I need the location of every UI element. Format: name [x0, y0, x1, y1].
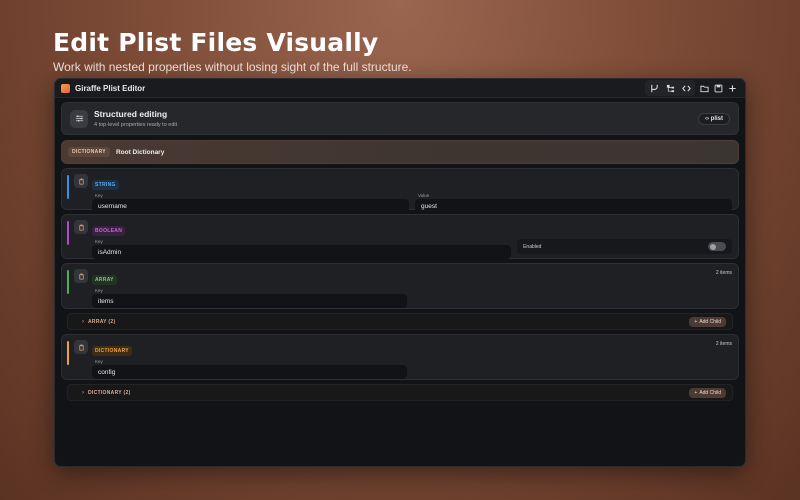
accent-bar: [67, 341, 69, 365]
delete-icon[interactable]: [74, 340, 88, 354]
add-child-button[interactable]: + Add Child: [689, 387, 726, 398]
key-label: Key: [95, 193, 103, 198]
plus-icon[interactable]: [725, 81, 739, 95]
header-title: Structured editing: [94, 109, 168, 119]
item-count: 2 items: [715, 270, 732, 276]
item-count: 2 items: [715, 341, 732, 347]
delete-icon[interactable]: [74, 220, 88, 234]
value-label: Value: [418, 193, 430, 198]
children-label: ARRAY (2): [88, 318, 116, 325]
plus-icon: +: [694, 389, 698, 396]
title-bar: Giraffe Plist Editor: [55, 79, 745, 98]
accent-bar: [67, 175, 69, 199]
key-field[interactable]: isAdmin: [92, 245, 512, 259]
structured-editing-card: Structured editing 4 top-level propertie…: [61, 102, 739, 135]
key-field[interactable]: config: [92, 365, 407, 379]
window-title: Giraffe Plist Editor: [75, 83, 146, 93]
toolbar-view-group: [645, 80, 695, 96]
header-subtitle: 4 top-level properties ready to edit: [94, 122, 178, 128]
key-field[interactable]: items: [92, 294, 407, 308]
chevron-right-icon[interactable]: ›: [82, 390, 84, 396]
enabled-switch[interactable]: [708, 242, 726, 251]
add-child-label: Add Child: [699, 318, 721, 325]
accent-bar: [67, 221, 69, 245]
chevron-right-icon[interactable]: ›: [82, 319, 84, 325]
dictionary-children-bar[interactable]: › DICTIONARY (2) + Add Child: [67, 384, 733, 401]
branch-icon[interactable]: [647, 81, 661, 95]
array-children-bar[interactable]: › ARRAY (2) + Add Child: [67, 313, 733, 330]
sliders-icon: [70, 109, 88, 128]
toggle-label: Enabled: [523, 243, 542, 250]
type-badge: ARRAY: [92, 275, 117, 285]
hero-subtitle: Work with nested properties without losi…: [53, 60, 412, 74]
hero-title: Edit Plist Files Visually: [53, 28, 379, 57]
save-icon[interactable]: [711, 81, 725, 95]
add-child-button[interactable]: + Add Child: [689, 316, 726, 327]
plus-icon: +: [694, 318, 698, 325]
property-node-string: STRING Key username Value guest: [61, 168, 739, 213]
accent-bar: [67, 270, 69, 294]
add-child-label: Add Child: [699, 389, 721, 396]
tree-icon[interactable]: [663, 81, 677, 95]
property-node-dictionary: 2 items DICTIONARY Key config: [61, 334, 739, 380]
root-label: Root Dictionary: [115, 148, 165, 156]
code-icon[interactable]: [679, 81, 693, 95]
key-field[interactable]: username: [92, 199, 409, 213]
type-badge: STRING: [92, 180, 119, 190]
type-badge: DICTIONARY: [92, 346, 132, 356]
enabled-toggle-box: Enabled: [517, 239, 732, 254]
children-label: DICTIONARY (2): [88, 389, 131, 396]
delete-icon[interactable]: [74, 174, 88, 188]
delete-icon[interactable]: [74, 269, 88, 283]
property-node-boolean: BOOLEAN Key isAdmin Enabled: [61, 214, 739, 259]
app-icon: [61, 83, 70, 93]
app-window: Giraffe Plist Editor Structured editing …: [54, 78, 746, 467]
root-type-badge: DICTIONARY: [68, 147, 110, 157]
key-label: Key: [95, 288, 103, 293]
plist-button[interactable]: ‹› plist: [698, 112, 730, 125]
key-label: Key: [95, 239, 103, 244]
root-dictionary-bar[interactable]: DICTIONARY Root Dictionary: [61, 140, 739, 164]
key-label: Key: [95, 359, 103, 364]
property-node-array: 2 items ARRAY Key items: [61, 263, 739, 309]
value-field[interactable]: guest: [415, 199, 732, 213]
folder-icon[interactable]: [697, 81, 711, 95]
type-badge: BOOLEAN: [92, 226, 126, 236]
